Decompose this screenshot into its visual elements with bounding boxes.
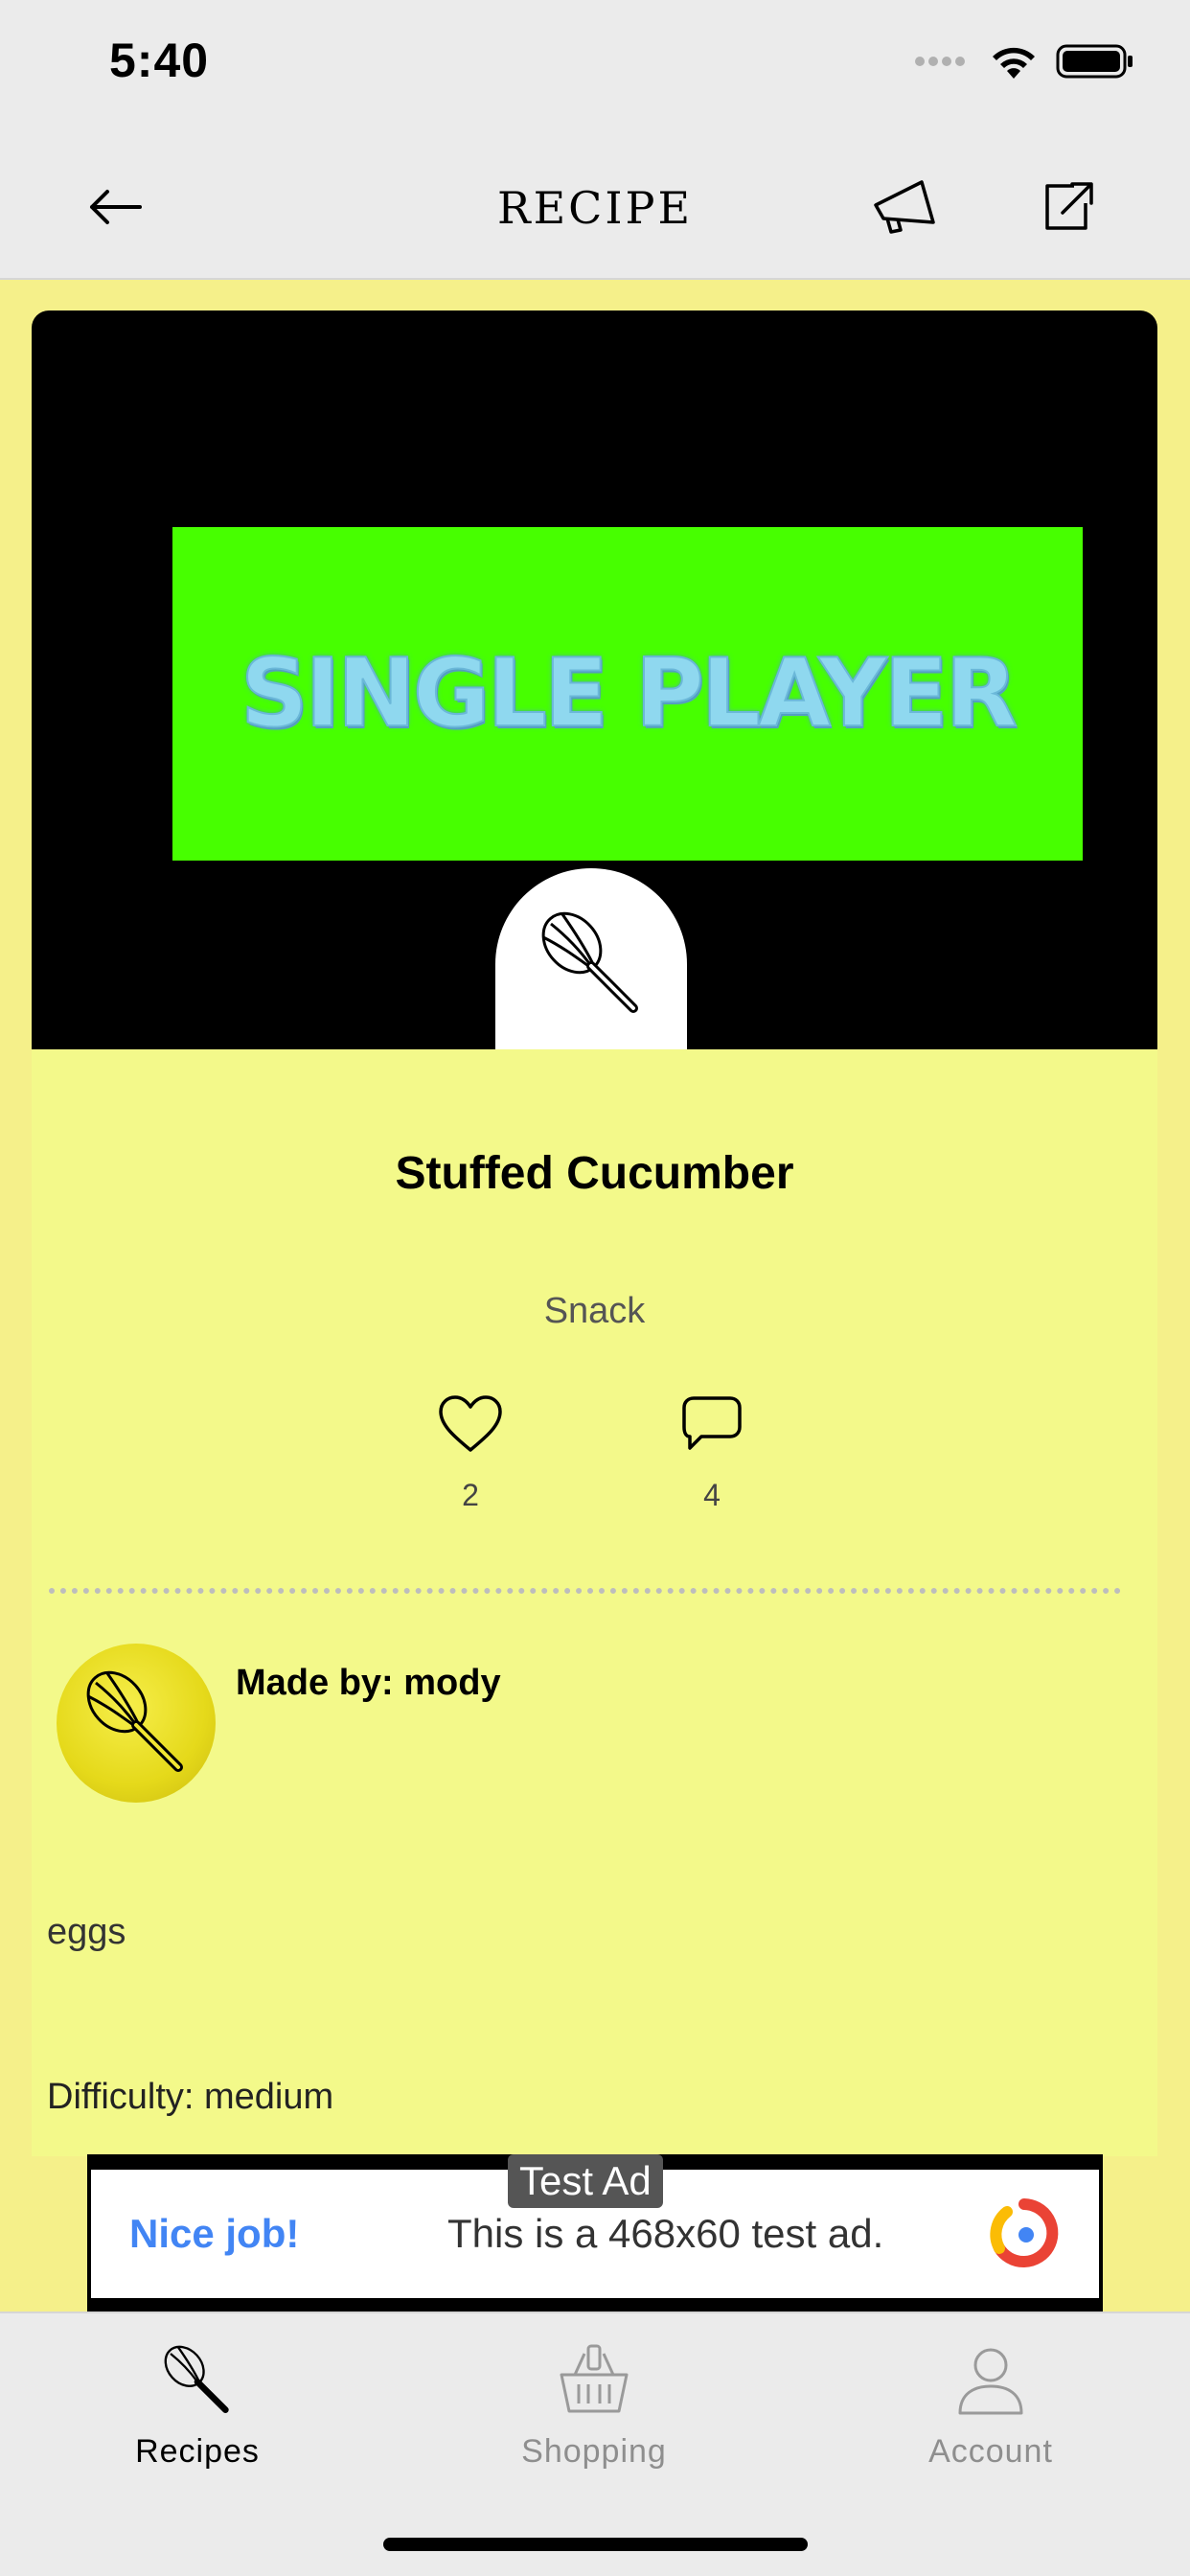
status-time: 5:40 [109, 34, 210, 87]
tab-label: Account [928, 2433, 1053, 2470]
comment-button[interactable]: 4 [654, 1394, 769, 1513]
like-count: 2 [462, 1478, 479, 1512]
basket-icon [560, 2344, 629, 2413]
difficulty-text: Difficulty: medium [47, 2077, 334, 2117]
recipe-name: Stuffed Cucumber [395, 1148, 794, 1199]
megaphone-icon [874, 180, 935, 234]
home-indicator[interactable] [383, 2538, 808, 2551]
recipe-avatar [495, 868, 687, 1049]
recipe-details: Stuffed Cucumber Snack 2 4 Made by: mody… [32, 1049, 1157, 2156]
page-title: RECIPE [496, 182, 694, 234]
ad-logo-icon [990, 2198, 1059, 2267]
whisk-icon [164, 2345, 229, 2413]
signal-icon [915, 57, 965, 66]
tab-shopping[interactable]: Shopping [469, 2342, 719, 2471]
banner-image: SINGLE PLAYER [172, 527, 1083, 861]
ad-headline: Nice job! [129, 2211, 300, 2256]
recipe-image[interactable]: SINGLE PLAYER [32, 310, 1157, 1049]
battery-icon [1056, 44, 1133, 79]
tab-account[interactable]: Account [866, 2342, 1115, 2471]
wifi-icon [993, 47, 1035, 79]
comment-count: 4 [703, 1478, 721, 1512]
author-avatar[interactable] [57, 1644, 216, 1803]
whisk-icon [86, 1670, 183, 1772]
ingredients-text: eggs [47, 1912, 126, 1952]
divider [49, 1588, 1121, 1594]
tab-label: Shopping [521, 2433, 667, 2470]
like-button[interactable]: 2 [413, 1394, 528, 1513]
user-icon [958, 2348, 1023, 2415]
ad-body: This is a 468x60 test ad. [447, 2211, 884, 2256]
author-name[interactable]: Made by: mody [236, 1663, 501, 1704]
recipe-category: Snack [543, 1291, 646, 1331]
heart-icon [439, 1395, 502, 1452]
tab-bar: Recipes Shopping Account [0, 2312, 1190, 2576]
promote-button[interactable] [867, 169, 944, 245]
status-icons [914, 42, 1134, 80]
status-bar: 5:40 [0, 0, 1190, 134]
test-ad-badge: Test Ad [508, 2154, 663, 2208]
whisk-icon [541, 911, 638, 1013]
banner-text: SINGLE PLAYER [240, 638, 1018, 749]
share-icon [1045, 182, 1093, 230]
tab-recipes[interactable]: Recipes [73, 2342, 322, 2471]
tab-label: Recipes [135, 2433, 260, 2470]
navigation-bar: RECIPE [0, 134, 1190, 280]
speech-bubble-icon [682, 1396, 742, 1450]
share-button[interactable] [1030, 169, 1107, 245]
